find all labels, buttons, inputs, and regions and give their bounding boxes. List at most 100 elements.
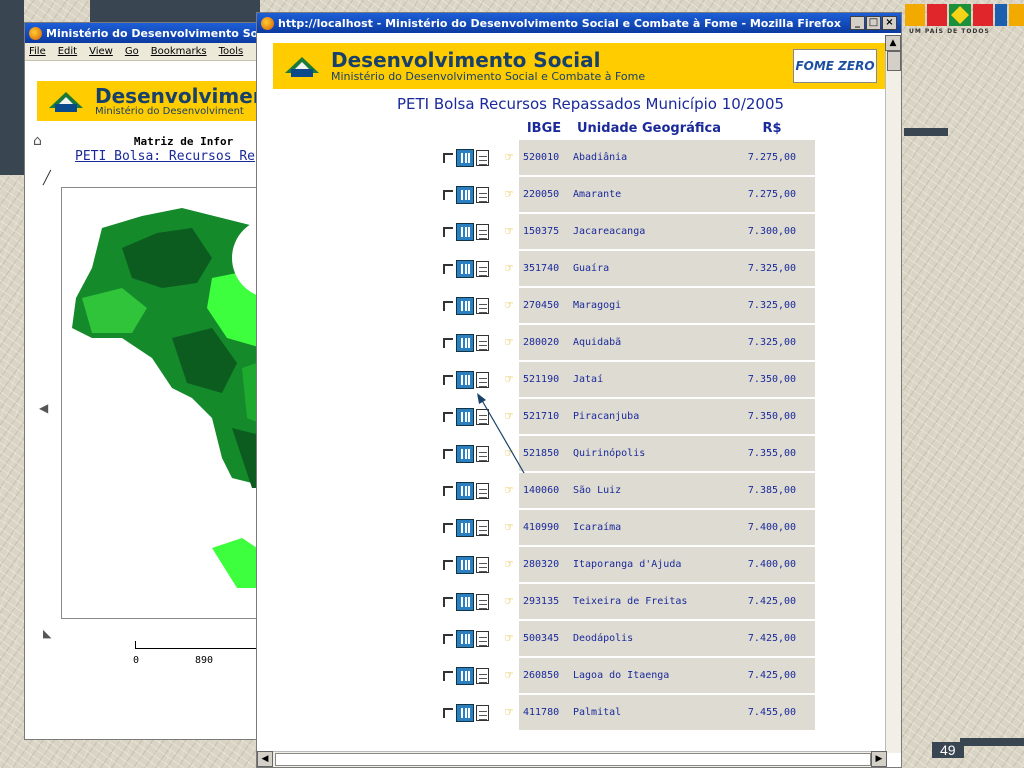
row-checkbox[interactable]: [443, 374, 453, 385]
document-icon[interactable]: [476, 667, 489, 684]
menu-tools[interactable]: Tools: [219, 46, 244, 57]
col-unidade[interactable]: Unidade Geográfica: [569, 117, 729, 139]
cell-unidade[interactable]: Jataí: [569, 361, 729, 398]
chart-icon[interactable]: [456, 629, 474, 648]
back-window-titlebar[interactable]: Ministério do Desenvolvimento Social e: [25, 23, 263, 43]
chart-icon[interactable]: [456, 370, 474, 389]
pointing-hand-icon[interactable]: ☞: [495, 705, 513, 720]
cell-unidade[interactable]: Lagoa do Itaenga: [569, 657, 729, 694]
scroll-left-button[interactable]: ◀: [257, 751, 273, 767]
row-checkbox[interactable]: [443, 559, 453, 570]
document-icon[interactable]: [476, 186, 489, 203]
document-icon[interactable]: [476, 593, 489, 610]
pointing-hand-icon[interactable]: ☞: [495, 594, 513, 609]
pointing-hand-icon[interactable]: ☞: [495, 298, 513, 313]
row-checkbox[interactable]: [443, 152, 453, 163]
row-checkbox[interactable]: [443, 596, 453, 607]
chart-icon[interactable]: [456, 333, 474, 352]
table-row[interactable]: ☞ 260850 Lagoa do Itaenga 7.425,00: [419, 657, 815, 694]
row-checkbox[interactable]: [443, 707, 453, 718]
horizontal-scrollbar[interactable]: ◀ ▶: [257, 751, 887, 767]
row-checkbox[interactable]: [443, 300, 453, 311]
chart-icon[interactable]: [456, 259, 474, 278]
chart-icon[interactable]: [456, 148, 474, 167]
table-row[interactable]: ☞ 520010 Abadiânia 7.275,00: [419, 139, 815, 176]
chart-icon[interactable]: [456, 222, 474, 241]
pointing-hand-icon[interactable]: ☞: [495, 372, 513, 387]
row-checkbox[interactable]: [443, 189, 453, 200]
cell-unidade[interactable]: Abadiânia: [569, 139, 729, 176]
pointing-hand-icon[interactable]: ☞: [495, 261, 513, 276]
row-checkbox[interactable]: [443, 411, 453, 422]
col-ibge[interactable]: IBGE: [519, 117, 569, 139]
document-icon[interactable]: [476, 149, 489, 166]
document-icon[interactable]: [476, 223, 489, 240]
document-icon[interactable]: [476, 556, 489, 573]
vertical-scrollbar[interactable]: ▲: [885, 35, 901, 753]
chart-icon[interactable]: [456, 555, 474, 574]
row-checkbox[interactable]: [443, 226, 453, 237]
chart-icon[interactable]: [456, 481, 474, 500]
cell-unidade[interactable]: Palmital: [569, 694, 729, 731]
chart-icon[interactable]: [456, 703, 474, 722]
chart-icon[interactable]: [456, 185, 474, 204]
page-link[interactable]: PETI Bolsa: Recursos Re: [25, 149, 263, 164]
document-icon[interactable]: [476, 260, 489, 277]
cell-unidade[interactable]: Deodápolis: [569, 620, 729, 657]
table-row[interactable]: ☞ 150375 Jacareacanga 7.300,00: [419, 213, 815, 250]
document-icon[interactable]: [476, 482, 489, 499]
pan-left-icon[interactable]: ◀: [39, 401, 48, 415]
table-row[interactable]: ☞ 351740 Guaíra 7.325,00: [419, 250, 815, 287]
minimize-button[interactable]: _: [850, 16, 865, 30]
pointing-hand-icon[interactable]: ☞: [495, 224, 513, 239]
cell-unidade[interactable]: Teixeira de Freitas: [569, 583, 729, 620]
table-row[interactable]: ☞ 410990 Icaraíma 7.400,00: [419, 509, 815, 546]
menu-edit[interactable]: Edit: [58, 46, 77, 57]
pencil-tool-icon[interactable]: ╱: [43, 171, 51, 186]
cell-unidade[interactable]: Maragogi: [569, 287, 729, 324]
cell-unidade[interactable]: Quirinópolis: [569, 435, 729, 472]
table-row[interactable]: ☞ 293135 Teixeira de Freitas 7.425,00: [419, 583, 815, 620]
row-checkbox[interactable]: [443, 263, 453, 274]
pointing-hand-icon[interactable]: ☞: [495, 668, 513, 683]
document-icon[interactable]: [476, 630, 489, 647]
menu-go[interactable]: Go: [125, 46, 139, 57]
table-row[interactable]: ☞ 280320 Itaporanga d'Ajuda 7.400,00: [419, 546, 815, 583]
document-icon[interactable]: [476, 704, 489, 721]
cell-unidade[interactable]: Itaporanga d'Ajuda: [569, 546, 729, 583]
cell-unidade[interactable]: Aquidabã: [569, 324, 729, 361]
col-valor[interactable]: R$: [729, 117, 815, 139]
table-row[interactable]: ☞ 220050 Amarante 7.275,00: [419, 176, 815, 213]
row-checkbox[interactable]: [443, 448, 453, 459]
scroll-up-button[interactable]: ▲: [885, 35, 901, 51]
cell-unidade[interactable]: São Luiz: [569, 472, 729, 509]
cell-unidade[interactable]: Guaíra: [569, 250, 729, 287]
close-button[interactable]: ×: [882, 16, 897, 30]
scroll-thumb[interactable]: [887, 51, 901, 71]
pointing-hand-icon[interactable]: ☞: [495, 483, 513, 498]
home-icon[interactable]: ⌂: [33, 133, 42, 149]
pointing-hand-icon[interactable]: ☞: [495, 187, 513, 202]
table-row[interactable]: ☞ 411780 Palmital 7.455,00: [419, 694, 815, 731]
chart-icon[interactable]: [456, 518, 474, 537]
pointing-hand-icon[interactable]: ☞: [495, 150, 513, 165]
pointing-hand-icon[interactable]: ☞: [495, 557, 513, 572]
menu-file[interactable]: File: [29, 46, 46, 57]
front-window-titlebar[interactable]: http://localhost - Ministério do Desenvo…: [257, 13, 901, 33]
pointing-hand-icon[interactable]: ☞: [495, 335, 513, 350]
scroll-right-button[interactable]: ▶: [871, 751, 887, 767]
document-icon[interactable]: [476, 519, 489, 536]
menu-view[interactable]: View: [89, 46, 113, 57]
row-checkbox[interactable]: [443, 337, 453, 348]
zoom-corner-icon[interactable]: ◣: [43, 627, 51, 640]
map-frame[interactable]: [61, 187, 264, 620]
cell-unidade[interactable]: Jacareacanga: [569, 213, 729, 250]
h-scroll-thumb[interactable]: [275, 753, 871, 766]
chart-icon[interactable]: [456, 296, 474, 315]
document-icon[interactable]: [476, 371, 489, 388]
table-row[interactable]: ☞ 140060 São Luiz 7.385,00: [419, 472, 815, 509]
table-row[interactable]: ☞ 500345 Deodápolis 7.425,00: [419, 620, 815, 657]
chart-icon[interactable]: [456, 592, 474, 611]
brazil-map[interactable]: [62, 188, 264, 620]
document-icon[interactable]: [476, 334, 489, 351]
